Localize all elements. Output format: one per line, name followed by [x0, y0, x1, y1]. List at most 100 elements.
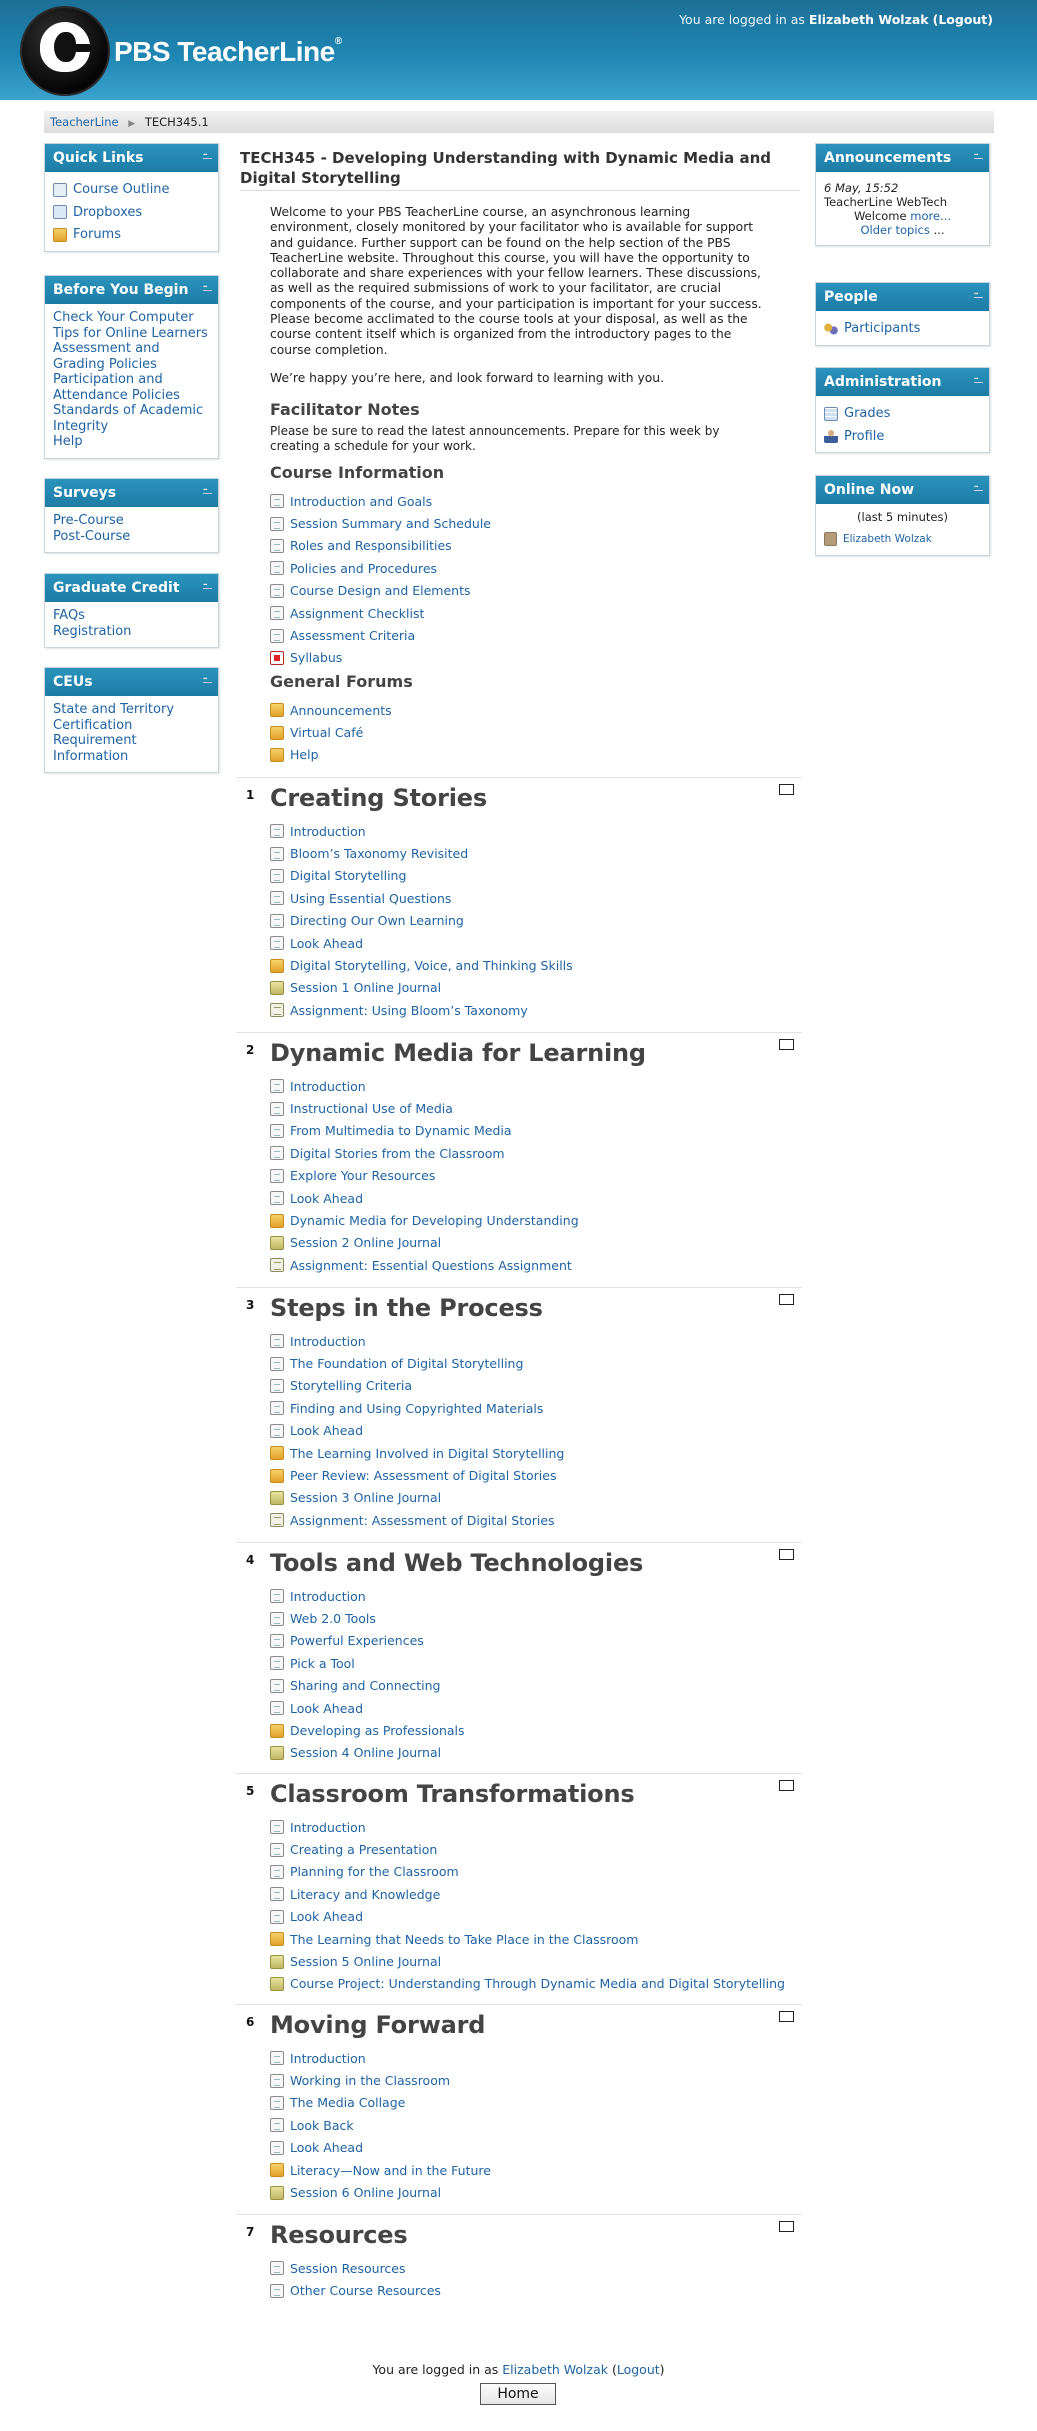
- activity-link[interactable]: The Media Collage: [290, 2095, 405, 2110]
- activity-link[interactable]: Help: [290, 747, 319, 762]
- course-outline-link[interactable]: Course Outline: [73, 182, 170, 198]
- show-only-section-icon[interactable]: [779, 2011, 794, 2022]
- collapse-icon[interactable]: –: [203, 674, 212, 684]
- show-only-section-icon[interactable]: [779, 1294, 794, 1305]
- online-user-link[interactable]: Elizabeth Wolzak: [843, 532, 932, 548]
- collapse-icon[interactable]: –: [974, 374, 983, 384]
- activity-link[interactable]: Session 5 Online Journal: [290, 1954, 441, 1969]
- pre-course-survey-link[interactable]: Pre-Course: [53, 513, 210, 529]
- older-topics-link[interactable]: Older topics: [861, 223, 930, 237]
- profile-link[interactable]: Profile: [844, 429, 884, 445]
- faqs-link[interactable]: FAQs: [53, 608, 210, 624]
- user-link[interactable]: Elizabeth Wolzak: [809, 12, 929, 27]
- academic-integrity-link[interactable]: Standards of Academic Integrity: [53, 403, 210, 434]
- show-only-section-icon[interactable]: [779, 1549, 794, 1560]
- activity-link[interactable]: Assignment Checklist: [290, 606, 424, 621]
- activity-link[interactable]: The Learning Involved in Digital Storyte…: [290, 1446, 564, 1461]
- show-only-section-icon[interactable]: [779, 2221, 794, 2232]
- activity-link[interactable]: Announcements: [290, 703, 392, 718]
- registration-link[interactable]: Registration: [53, 624, 210, 640]
- breadcrumb-home[interactable]: TeacherLine: [50, 115, 119, 129]
- collapse-icon[interactable]: –: [974, 482, 983, 492]
- activity-link[interactable]: Session 2 Online Journal: [290, 1235, 441, 1250]
- activity-link[interactable]: Explore Your Resources: [290, 1168, 435, 1183]
- activity-link[interactable]: From Multimedia to Dynamic Media: [290, 1123, 512, 1138]
- activity-link[interactable]: Roles and Responsibilities: [290, 538, 452, 553]
- activity-link[interactable]: Introduction: [290, 2051, 366, 2066]
- activity-link[interactable]: Assessment Criteria: [290, 628, 415, 643]
- collapse-icon[interactable]: –: [203, 485, 212, 495]
- activity-link[interactable]: Using Essential Questions: [290, 891, 451, 906]
- activity-link[interactable]: Directing Our Own Learning: [290, 913, 464, 928]
- activity-link[interactable]: Dynamic Media for Developing Understandi…: [290, 1213, 579, 1228]
- activity-link[interactable]: Pick a Tool: [290, 1656, 355, 1671]
- activity-link[interactable]: The Learning that Needs to Take Place in…: [290, 1932, 638, 1947]
- activity-link[interactable]: Digital Storytelling, Voice, and Thinkin…: [290, 958, 573, 973]
- site-brand[interactable]: PBS TeacherLine®: [114, 36, 342, 68]
- collapse-icon[interactable]: –: [974, 289, 983, 299]
- activity-link[interactable]: Assignment: Using Bloom’s Taxonomy: [290, 1003, 528, 1018]
- collapse-icon[interactable]: –: [203, 150, 212, 160]
- activity-link[interactable]: Digital Stories from the Classroom: [290, 1146, 505, 1161]
- activity-link[interactable]: Introduction: [290, 1079, 366, 1094]
- activity-link[interactable]: Course Project: Understanding Through Dy…: [290, 1976, 785, 1991]
- activity-link[interactable]: Sharing and Connecting: [290, 1678, 440, 1693]
- activity-link[interactable]: Finding and Using Copyrighted Materials: [290, 1401, 543, 1416]
- footer-logout-link[interactable]: Logout: [617, 2362, 660, 2377]
- home-button[interactable]: Home: [480, 2383, 556, 2405]
- activity-link[interactable]: Bloom’s Taxonomy Revisited: [290, 846, 468, 861]
- activity-link[interactable]: Creating a Presentation: [290, 1842, 437, 1857]
- activity-link[interactable]: Instructional Use of Media: [290, 1101, 453, 1116]
- dropboxes-link[interactable]: Dropboxes: [73, 205, 142, 221]
- activity-link[interactable]: Session 3 Online Journal: [290, 1490, 441, 1505]
- tips-link[interactable]: Tips for Online Learners: [53, 326, 210, 342]
- activity-link[interactable]: Virtual Café: [290, 725, 363, 740]
- activity-link[interactable]: Syllabus: [290, 650, 342, 665]
- activity-link[interactable]: Introduction: [290, 1334, 366, 1349]
- footer-user-link[interactable]: Elizabeth Wolzak: [502, 2362, 608, 2377]
- activity-link[interactable]: Session Resources: [290, 2261, 406, 2276]
- more-link[interactable]: more...: [910, 209, 951, 223]
- activity-link[interactable]: Session 1 Online Journal: [290, 980, 441, 995]
- activity-link[interactable]: Planning for the Classroom: [290, 1864, 459, 1879]
- logout-link[interactable]: (Logout): [933, 12, 993, 27]
- show-only-section-icon[interactable]: [779, 784, 794, 795]
- grades-link[interactable]: Grades: [844, 406, 890, 422]
- activity-link[interactable]: Introduction: [290, 1820, 366, 1835]
- activity-link[interactable]: Introduction: [290, 1589, 366, 1604]
- activity-link[interactable]: The Foundation of Digital Storytelling: [290, 1356, 523, 1371]
- activity-link[interactable]: Look Ahead: [290, 1701, 363, 1716]
- participants-link[interactable]: Participants: [844, 321, 920, 337]
- activity-link[interactable]: Digital Storytelling: [290, 868, 406, 883]
- activity-link[interactable]: Literacy—Now and in the Future: [290, 2163, 491, 2178]
- collapse-icon[interactable]: –: [203, 580, 212, 590]
- participation-link[interactable]: Participation and Attendance Policies: [53, 372, 210, 403]
- show-only-section-icon[interactable]: [779, 1780, 794, 1791]
- activity-link[interactable]: Powerful Experiences: [290, 1633, 424, 1648]
- activity-link[interactable]: Session 4 Online Journal: [290, 1745, 441, 1760]
- show-only-section-icon[interactable]: [779, 1039, 794, 1050]
- activity-link[interactable]: Literacy and Knowledge: [290, 1887, 440, 1902]
- activity-link[interactable]: Session Summary and Schedule: [290, 516, 491, 531]
- assessment-grading-link[interactable]: Assessment and Grading Policies: [53, 341, 210, 372]
- activity-link[interactable]: Other Course Resources: [290, 2283, 441, 2298]
- activity-link[interactable]: Look Ahead: [290, 2140, 363, 2155]
- activity-link[interactable]: Look Ahead: [290, 1909, 363, 1924]
- activity-link[interactable]: Web 2.0 Tools: [290, 1611, 376, 1626]
- activity-link[interactable]: Look Ahead: [290, 1191, 363, 1206]
- check-computer-link[interactable]: Check Your Computer: [53, 310, 210, 326]
- post-course-survey-link[interactable]: Post-Course: [53, 529, 210, 545]
- activity-link[interactable]: Developing as Professionals: [290, 1723, 465, 1738]
- activity-link[interactable]: Policies and Procedures: [290, 561, 437, 576]
- activity-link[interactable]: Introduction and Goals: [290, 494, 432, 509]
- activity-link[interactable]: Course Design and Elements: [290, 583, 471, 598]
- collapse-icon[interactable]: –: [974, 150, 983, 160]
- collapse-icon[interactable]: –: [203, 282, 212, 292]
- activity-link[interactable]: Look Ahead: [290, 936, 363, 951]
- help-link[interactable]: Help: [53, 434, 210, 450]
- activity-link[interactable]: Working in the Classroom: [290, 2073, 450, 2088]
- activity-link[interactable]: Look Ahead: [290, 1423, 363, 1438]
- activity-link[interactable]: Session 6 Online Journal: [290, 2185, 441, 2200]
- activity-link[interactable]: Introduction: [290, 824, 366, 839]
- activity-link[interactable]: Peer Review: Assessment of Digital Stori…: [290, 1468, 556, 1483]
